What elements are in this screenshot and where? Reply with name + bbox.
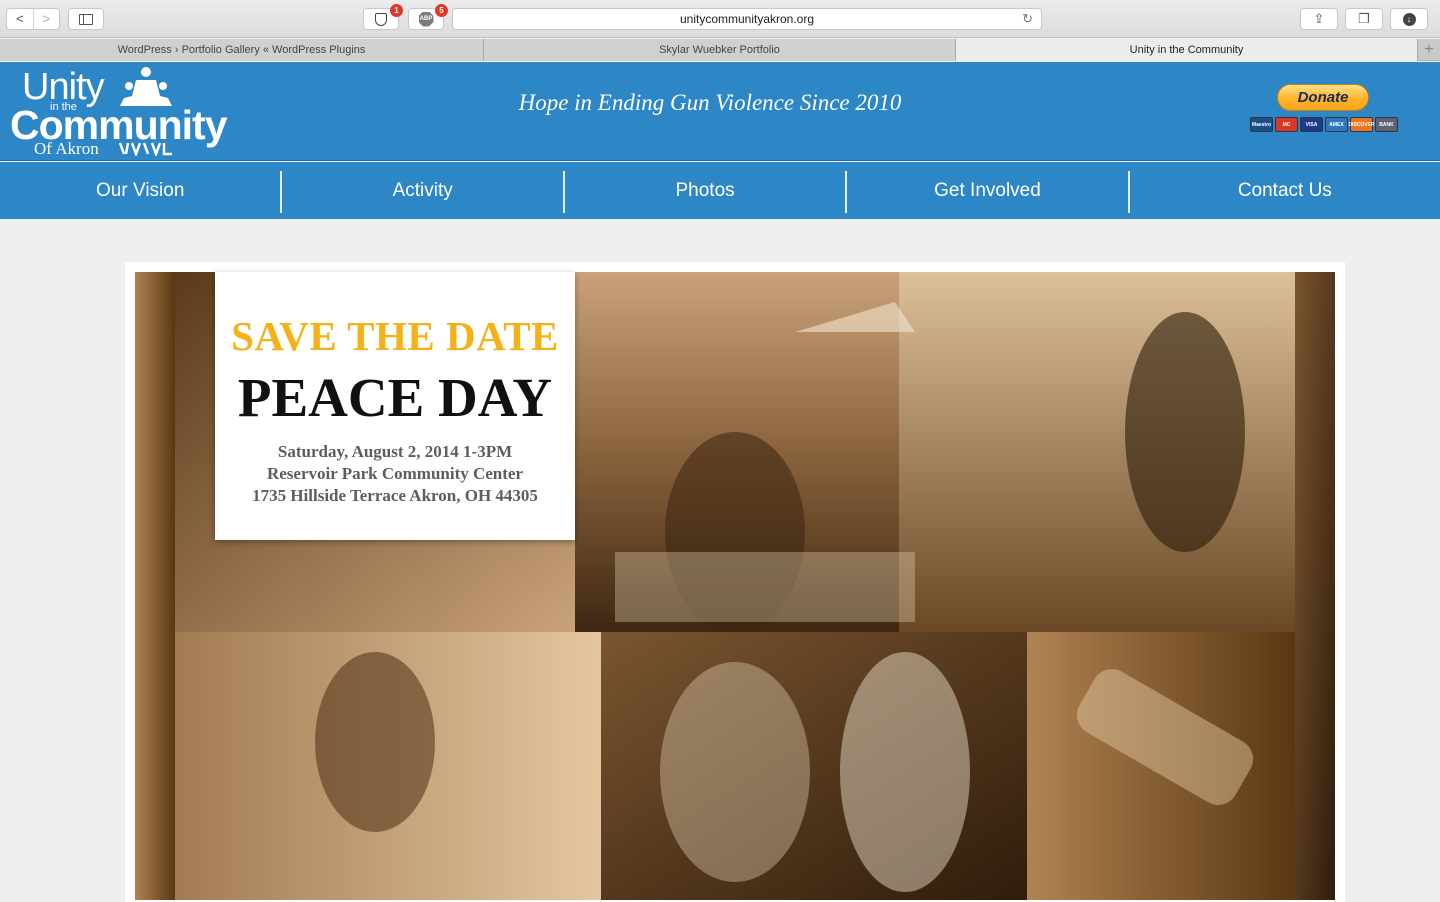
downloads-button[interactable]: ↓ (1390, 8, 1428, 30)
tab-unity-community[interactable]: Unity in the Community (956, 39, 1418, 61)
event-date-time: Saturday, August 2, 2014 1-3PM (277, 442, 513, 461)
payment-card-amex: AMEX (1325, 117, 1348, 132)
tabs-icon: ❐ (1358, 11, 1370, 26)
new-tab-button[interactable]: + (1418, 39, 1440, 61)
browser-toolbar: < > 1 ABP 5 unitycommunityakron.org ↻ ⇪ … (0, 0, 1440, 38)
download-icon: ↓ (1402, 12, 1416, 26)
back-forward-control: < > (6, 8, 60, 30)
show-tabs-button[interactable]: ❐ (1345, 8, 1383, 30)
main-nav: Our Vision Activity Photos Get Involved … (0, 162, 1440, 219)
extension-badge: 5 (435, 4, 448, 17)
reload-icon[interactable]: ↻ (1022, 11, 1033, 27)
adblock-icon: ABP (418, 11, 434, 27)
payment-card-bank: BANK (1375, 117, 1398, 132)
nav-get-involved[interactable]: Get Involved (847, 162, 1127, 219)
photo-table (615, 552, 915, 622)
sidebar-icon (79, 13, 93, 25)
payment-card-visa: VISA (1300, 117, 1323, 132)
forward-button[interactable]: > (32, 9, 60, 29)
logo-of-akron-text: Of Akron (34, 139, 99, 158)
collage-edge-left (135, 272, 175, 900)
event-address: 1735 Hillside Terrace Akron, OH 44305 (252, 486, 538, 505)
photo-figure (660, 662, 810, 882)
photo-figure (315, 652, 435, 832)
site-tagline: Hope in Ending Gun Violence Since 2010 (518, 90, 902, 115)
adblock-extension-button[interactable]: ABP 5 (408, 4, 448, 30)
event-title: PEACE DAY (237, 367, 553, 428)
signature-mark-icon (118, 142, 172, 156)
nav-our-vision[interactable]: Our Vision (0, 162, 280, 219)
tab-strip: WordPress › Portfolio Gallery « WordPres… (0, 39, 1440, 61)
site-header: Unity in the Community Of Akron Hope in … (0, 62, 1440, 161)
save-the-date-card: SAVE THE DATE PEACE DAY Saturday, August… (215, 272, 575, 540)
payment-card-discover: DISCOVER (1348, 117, 1375, 132)
nav-photos[interactable]: Photos (565, 162, 845, 219)
donate-button[interactable]: Donate (1277, 84, 1369, 111)
nav-contact-us[interactable]: Contact Us (1130, 162, 1440, 219)
save-the-date-heading: SAVE THE DATE (231, 313, 559, 359)
payment-card-mc: MC (1275, 117, 1298, 132)
nav-activity[interactable]: Activity (282, 162, 562, 219)
privacy-extension-button[interactable]: 1 (363, 4, 403, 30)
back-button[interactable]: < (7, 9, 33, 29)
photo-figure (1125, 312, 1245, 552)
site-logo[interactable]: Unity in the Community Of Akron (10, 64, 230, 159)
shield-icon (375, 12, 387, 26)
people-figures-icon (120, 67, 172, 106)
share-icon: ⇪ (1313, 11, 1325, 26)
sidebar-toggle-button[interactable] (68, 8, 104, 30)
payment-cards: Maestro MC VISA AMEX DISCOVER BANK (1250, 117, 1398, 132)
extension-badge: 1 (390, 4, 403, 17)
tab-wordpress-plugins[interactable]: WordPress › Portfolio Gallery « WordPres… (0, 39, 484, 61)
tab-skylar-portfolio[interactable]: Skylar Wuebker Portfolio (484, 39, 956, 61)
event-venue: Reservoir Park Community Center (266, 464, 524, 483)
photo-figure (840, 652, 970, 892)
donate-widget: Donate Maestro MC VISA AMEX DISCOVER BANK (1250, 84, 1400, 134)
address-bar[interactable]: unitycommunityakron.org ↻ (452, 8, 1042, 30)
share-button[interactable]: ⇪ (1300, 8, 1338, 30)
payment-card-maestro: Maestro (1250, 117, 1273, 132)
collage-edge-right (1295, 272, 1335, 900)
url-text: unitycommunityakron.org (679, 12, 815, 26)
